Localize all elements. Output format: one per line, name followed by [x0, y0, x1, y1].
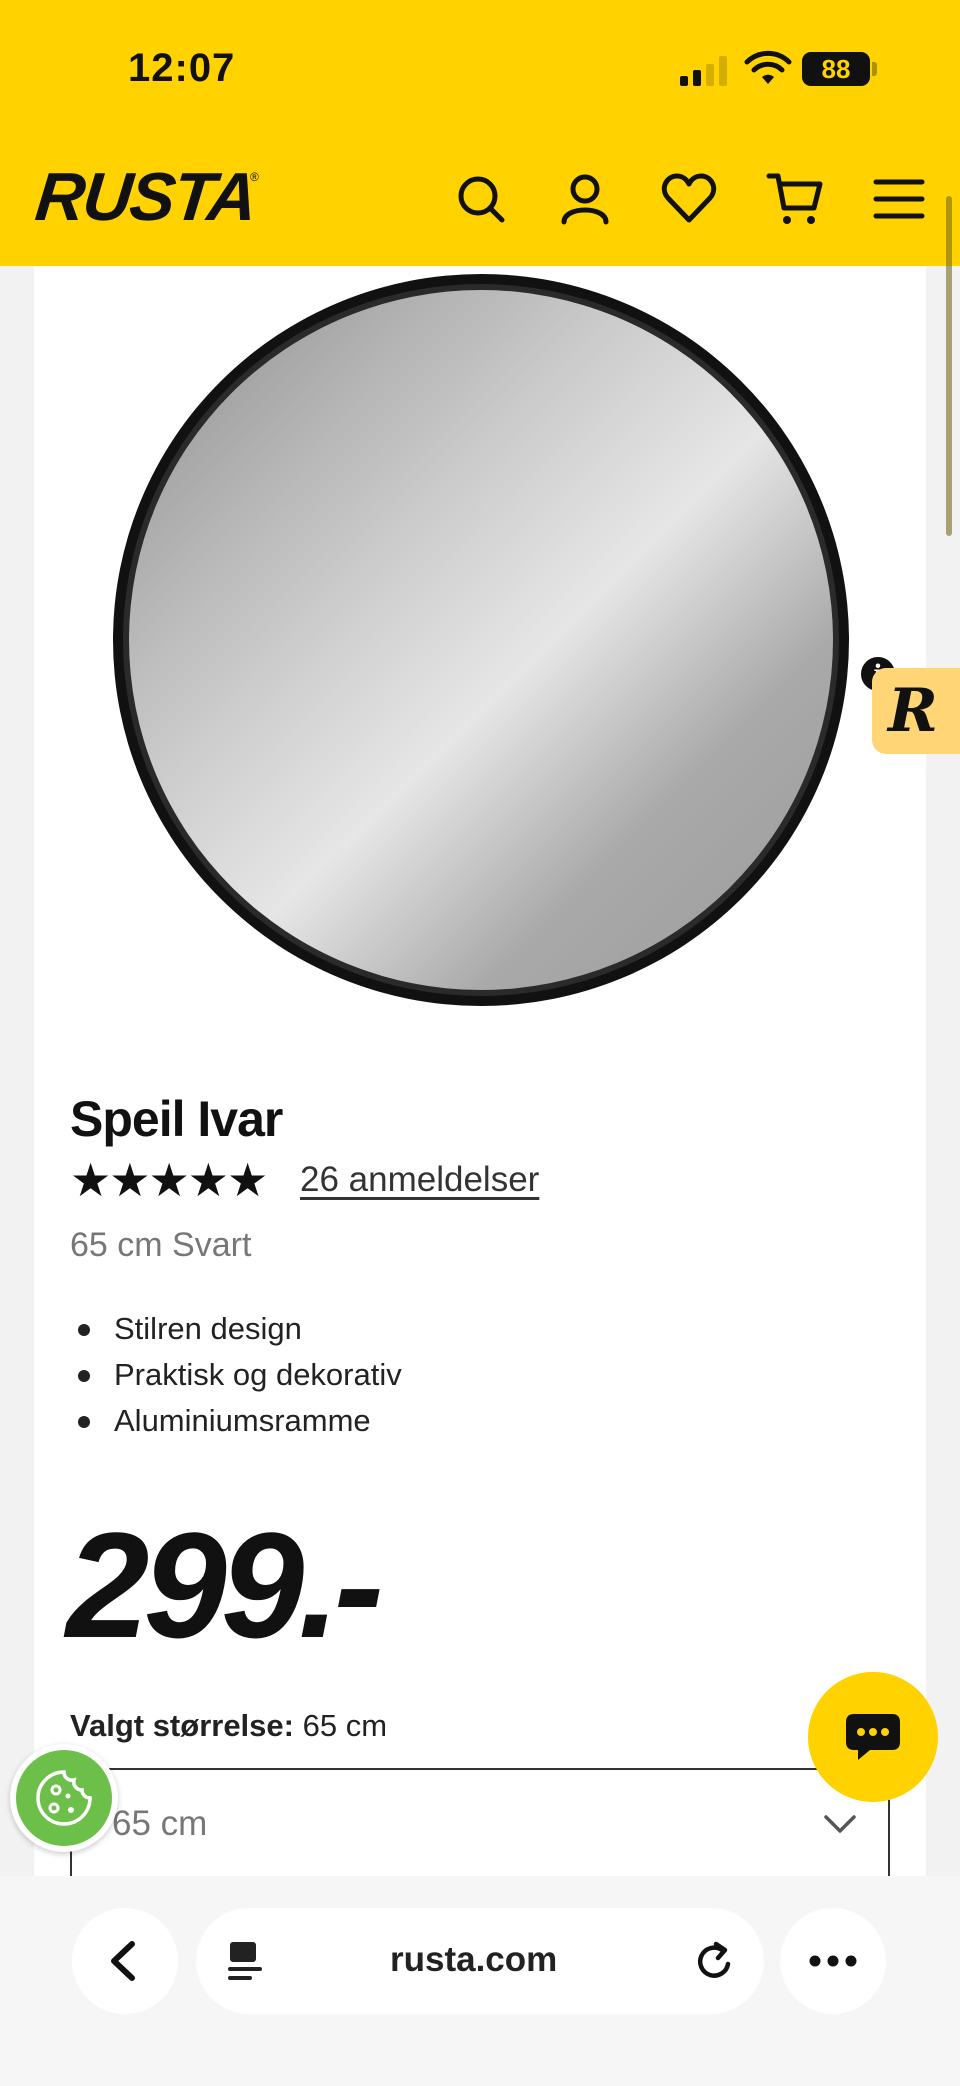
- product-variant: 65 cm Svart: [70, 1226, 252, 1264]
- feature-item: Stilren design: [70, 1306, 402, 1352]
- search-icon[interactable]: [452, 170, 510, 228]
- back-icon: [111, 1941, 135, 1981]
- back-button[interactable]: [72, 1908, 178, 2014]
- selected-size-caption: Valgt størrelse:: [70, 1708, 294, 1743]
- chat-button[interactable]: [808, 1672, 938, 1802]
- chevron-down-icon: [824, 1815, 856, 1833]
- feature-list: Stilren design Praktisk og dekorativ Alu…: [70, 1306, 402, 1444]
- status-time: 12:07: [128, 46, 236, 90]
- signal-icon: [680, 56, 728, 86]
- product-title: Speil Ivar: [70, 1091, 283, 1147]
- more-icon: [809, 1955, 857, 1967]
- feature-item: Aluminiumsramme: [70, 1398, 402, 1444]
- menu-icon[interactable]: [870, 170, 928, 228]
- url-text[interactable]: rusta.com: [390, 1940, 557, 1980]
- size-select[interactable]: 65 cm: [70, 1768, 890, 1876]
- review-widget-logo: R: [888, 676, 938, 746]
- cookie-icon: [36, 1770, 92, 1826]
- feature-item: Praktisk og dekorativ: [70, 1352, 402, 1398]
- product-image[interactable]: [108, 270, 854, 1010]
- reviews-link[interactable]: 26 anmeldelser: [300, 1160, 539, 1200]
- rating-stars: ★★★★★: [70, 1154, 268, 1206]
- rusta-logo[interactable]: RUSTA: [32, 158, 259, 236]
- wifi-icon: [744, 50, 792, 84]
- reload-icon[interactable]: [692, 1938, 738, 1984]
- product-price: 299.-: [66, 1501, 384, 1669]
- battery-tip: [872, 62, 877, 76]
- scrollbar[interactable]: [946, 196, 952, 536]
- logo-registered-mark: ®: [250, 170, 259, 184]
- size-select-value: 65 cm: [112, 1804, 208, 1843]
- more-button[interactable]: [780, 1908, 886, 2014]
- selected-size-value: 65 cm: [293, 1708, 388, 1743]
- reader-icon: [228, 1942, 262, 1980]
- battery-indicator: 88: [802, 52, 870, 86]
- account-icon[interactable]: [556, 170, 614, 228]
- selected-size-label: Valgt størrelse: 65 cm: [70, 1708, 387, 1744]
- heart-icon[interactable]: [660, 170, 718, 228]
- cart-icon[interactable]: [766, 170, 824, 228]
- cookie-settings-button[interactable]: [10, 1744, 118, 1852]
